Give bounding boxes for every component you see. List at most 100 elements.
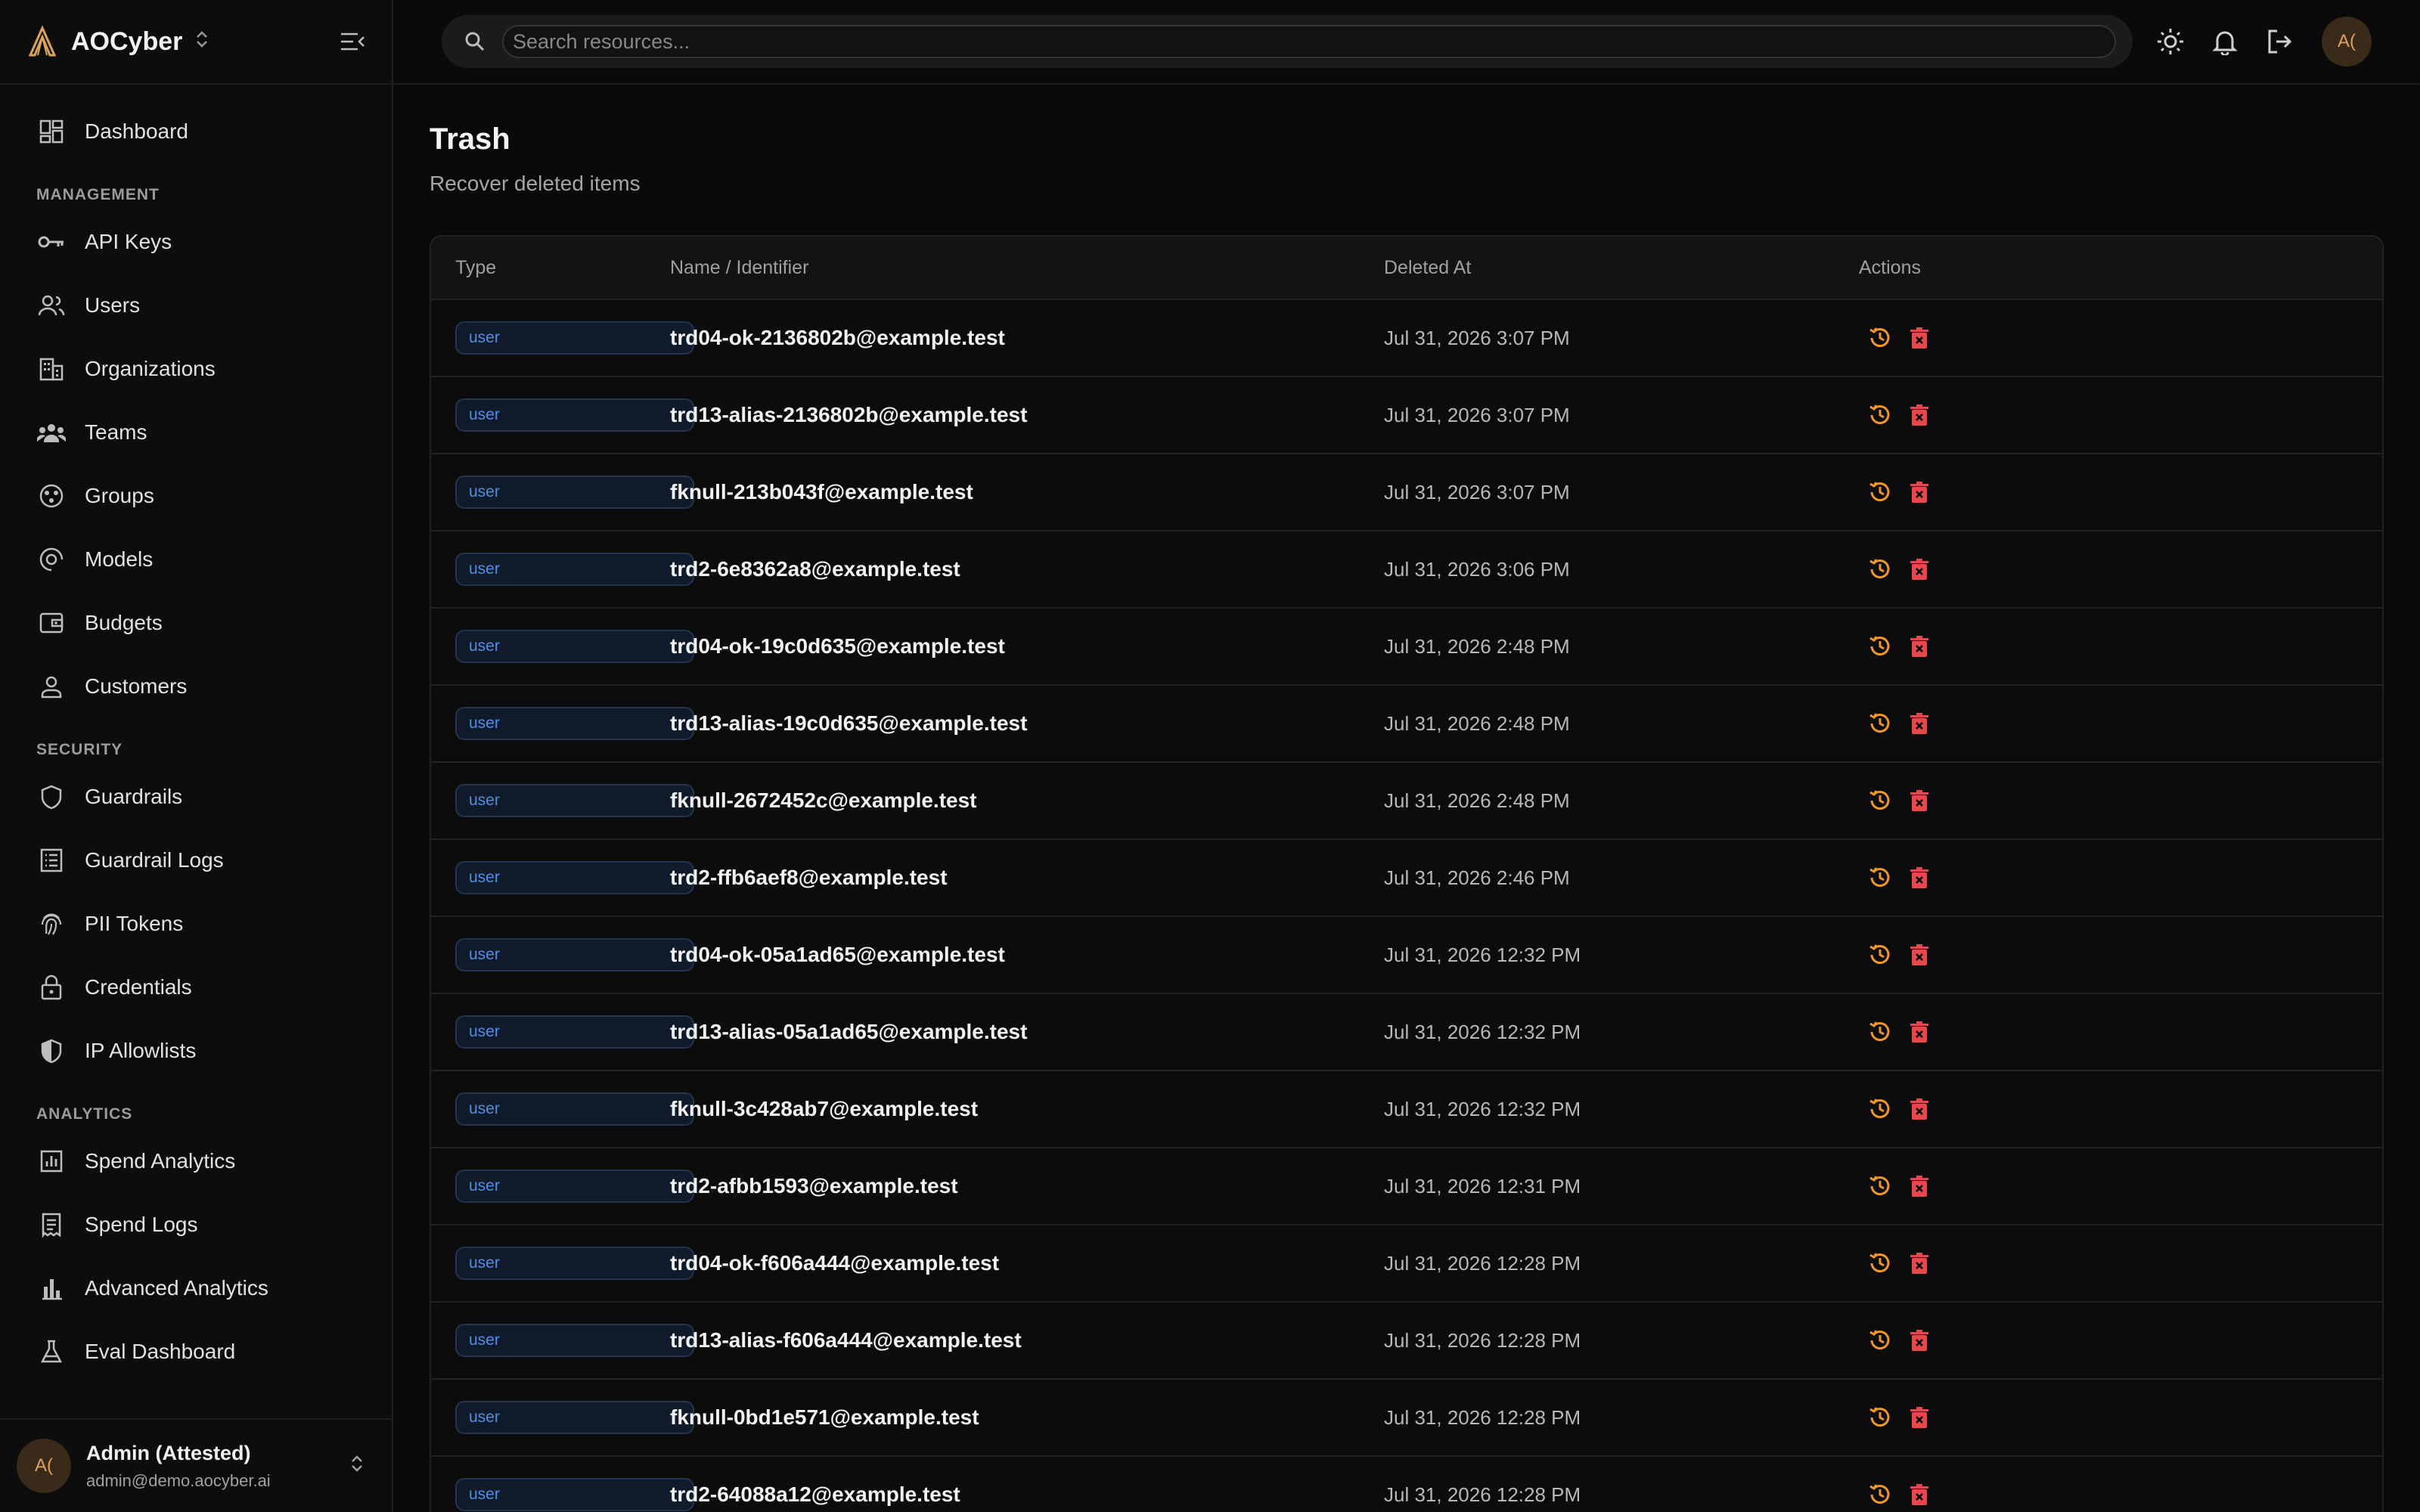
aocyber-logo-icon — [26, 25, 59, 58]
sidebar-item-dashboard[interactable]: Dashboard — [0, 100, 392, 163]
type-cell: user — [431, 398, 694, 432]
user-menu[interactable]: A( Admin (Attested) admin@demo.aocyber.a… — [0, 1418, 392, 1512]
type-cell: user — [431, 1015, 694, 1049]
delete-forever-icon[interactable] — [1904, 631, 1934, 662]
logout-icon[interactable] — [2263, 25, 2296, 58]
table-row: user trd13-alias-05a1ad65@example.test Jul… — [431, 994, 2382, 1071]
delete-forever-icon[interactable] — [1904, 785, 1934, 816]
collapse-sidebar-icon[interactable] — [339, 28, 366, 55]
deleted-at-cell: Jul 31, 2026 12:28 PM — [1384, 1483, 1581, 1506]
restore-icon[interactable] — [1865, 785, 1895, 816]
restore-icon[interactable] — [1865, 554, 1895, 584]
sidebar-item-spend-analytics[interactable]: Spend Analytics — [0, 1129, 392, 1193]
deleted-at-cell: Jul 31, 2026 2:46 PM — [1384, 866, 1570, 889]
deleted-at-cell: Jul 31, 2026 2:48 PM — [1384, 634, 1570, 658]
sun-icon[interactable] — [2154, 25, 2187, 58]
chevron-updown-icon[interactable] — [349, 1453, 365, 1479]
sidebar-item-models[interactable]: Models — [0, 528, 392, 591]
restore-icon[interactable] — [1865, 1402, 1895, 1433]
restore-icon[interactable] — [1865, 940, 1895, 970]
sidebar-item-label: Advanced Analytics — [85, 1276, 268, 1300]
restore-icon[interactable] — [1865, 1171, 1895, 1201]
name-cell: fknull-3c428ab7@example.test — [670, 1097, 979, 1120]
sidebar-item-guardrails[interactable]: Guardrails — [0, 765, 392, 829]
sidebar-item-groups[interactable]: Groups — [0, 464, 392, 528]
sidebar-item-label: IP Allowlists — [85, 1039, 197, 1062]
sidebar-item-api-keys[interactable]: API Keys — [0, 210, 392, 274]
sidebar-item-teams[interactable]: Teams — [0, 401, 392, 464]
restore-icon[interactable] — [1865, 477, 1895, 507]
sidebar-item-label: Credentials — [85, 975, 192, 999]
sidebar-item-eval-dashboard[interactable]: Eval Dashboard — [0, 1320, 392, 1383]
sidebar-item-guardrail-logs[interactable]: Guardrail Logs — [0, 829, 392, 892]
sidebar-item-budgets[interactable]: Budgets — [0, 591, 392, 655]
sidebar-item-ip-allowlists[interactable]: IP Allowlists — [0, 1019, 392, 1083]
type-cell: user — [431, 476, 694, 509]
log-list-icon — [36, 845, 67, 875]
delete-forever-icon[interactable] — [1904, 1171, 1934, 1201]
restore-icon[interactable] — [1865, 631, 1895, 662]
delete-forever-icon[interactable] — [1904, 1017, 1934, 1047]
table-row: user trd2-6e8362a8@example.test Jul 31, 20… — [431, 531, 2382, 609]
sidebar-item-organizations[interactable]: Organizations — [0, 337, 392, 401]
name-cell: trd13-alias-2136802b@example.test — [670, 403, 1028, 426]
delete-forever-icon[interactable] — [1904, 708, 1934, 739]
sidebar-item-label: Budgets — [85, 611, 163, 634]
delete-forever-icon[interactable] — [1904, 1479, 1934, 1510]
page-title: Trash — [430, 122, 510, 156]
restore-icon[interactable] — [1865, 1325, 1895, 1356]
delete-forever-icon[interactable] — [1904, 1402, 1934, 1433]
avatar[interactable]: A( — [2322, 17, 2372, 67]
sidebar-item-customers[interactable]: Customers — [0, 655, 392, 718]
sidebar-item-label: Dashboard — [85, 119, 188, 143]
delete-forever-icon[interactable] — [1904, 1325, 1934, 1356]
restore-icon[interactable] — [1865, 708, 1895, 739]
restore-icon[interactable] — [1865, 1094, 1895, 1124]
table-row: user trd2-afbb1593@example.test Jul 31, 20… — [431, 1148, 2382, 1225]
restore-icon[interactable] — [1865, 1248, 1895, 1278]
delete-forever-icon[interactable] — [1904, 1094, 1934, 1124]
sidebar-item-label: Spend Analytics — [85, 1149, 236, 1173]
type-badge: user — [455, 784, 694, 817]
sidebar-item-label: Customers — [85, 674, 188, 698]
delete-forever-icon[interactable] — [1904, 477, 1934, 507]
sidebar-item-label: Guardrails — [85, 785, 183, 808]
type-cell: user — [431, 1247, 694, 1280]
sidebar-item-credentials[interactable]: Credentials — [0, 956, 392, 1019]
delete-forever-icon[interactable] — [1904, 863, 1934, 893]
delete-forever-icon[interactable] — [1904, 323, 1934, 353]
table-row: user trd04-ok-19c0d635@example.test Jul 31… — [431, 609, 2382, 686]
sidebar-item-advanced-analytics[interactable]: Advanced Analytics — [0, 1256, 392, 1320]
bell-icon[interactable] — [2208, 25, 2242, 58]
delete-forever-icon[interactable] — [1904, 1248, 1934, 1278]
restore-icon[interactable] — [1865, 400, 1895, 430]
restore-icon[interactable] — [1865, 1017, 1895, 1047]
sidebar: AOCyber Dashboard MANAGEMENT API Keys Users… — [0, 0, 393, 1512]
restore-icon[interactable] — [1865, 323, 1895, 353]
search-input[interactable] — [502, 25, 2116, 58]
sidebar-item-pii-tokens[interactable]: PII Tokens — [0, 892, 392, 956]
actions-cell — [1859, 477, 2382, 507]
delete-forever-icon[interactable] — [1904, 554, 1934, 584]
sidebar-item-spend-logs[interactable]: Spend Logs — [0, 1193, 392, 1256]
deleted-at-cell: Jul 31, 2026 12:28 PM — [1384, 1251, 1581, 1275]
delete-forever-icon[interactable] — [1904, 400, 1934, 430]
column-header-type: Type — [455, 256, 497, 278]
user-info: Admin (Attested) admin@demo.aocyber.ai — [86, 1442, 271, 1491]
actions-cell — [1859, 1094, 2382, 1124]
sidebar-section-management: MANAGEMENT — [36, 186, 160, 203]
sidebar-item-label: Eval Dashboard — [85, 1340, 236, 1363]
restore-icon[interactable] — [1865, 863, 1895, 893]
receipt-icon — [36, 1210, 67, 1240]
user-name: Admin (Attested) — [86, 1441, 251, 1464]
actions-cell — [1859, 1479, 2382, 1510]
chevron-updown-icon[interactable] — [194, 29, 209, 55]
type-badge: user — [455, 1478, 694, 1511]
delete-forever-icon[interactable] — [1904, 940, 1934, 970]
restore-icon[interactable] — [1865, 1479, 1895, 1510]
app-name[interactable]: AOCyber — [71, 27, 182, 57]
name-cell: fknull-0bd1e571@example.test — [670, 1405, 979, 1429]
main-content: Trash Recover deleted items Type Name / … — [430, 85, 2384, 1512]
sidebar-item-users[interactable]: Users — [0, 274, 392, 337]
search-icon — [461, 28, 489, 55]
